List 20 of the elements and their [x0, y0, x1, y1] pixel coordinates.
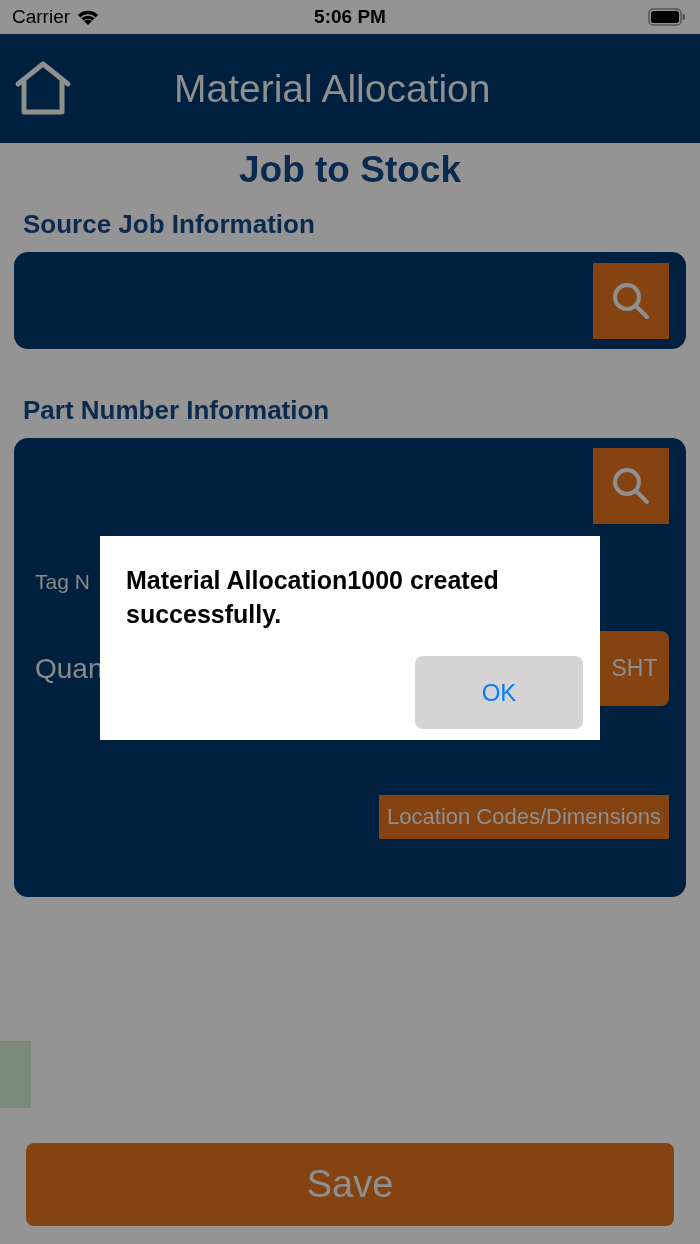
header-title: Material Allocation — [174, 66, 491, 111]
ok-button[interactable]: OK — [415, 656, 583, 729]
page-title: Job to Stock — [238, 149, 462, 192]
search-button[interactable] — [593, 262, 669, 339]
search-button[interactable] — [593, 448, 669, 524]
section-label: Part Number Information — [23, 395, 331, 427]
wifi-icon — [76, 8, 101, 26]
location-button[interactable]: Location Codes/Dimensions — [379, 795, 669, 839]
section-label: Source Job Information — [23, 209, 316, 241]
battery-icon — [648, 8, 686, 26]
home-icon — [14, 59, 72, 118]
home-button[interactable] — [14, 59, 72, 118]
clock-time: 5:06 PM — [314, 6, 386, 27]
unit-button[interactable]: SHT — [600, 631, 669, 706]
alert-message: Material Allocation1000 created successfully. — [126, 565, 500, 630]
carrier-label: Carrier — [12, 6, 71, 28]
search-icon — [611, 280, 651, 321]
search-icon — [611, 466, 651, 506]
save-button[interactable]: Save — [26, 1143, 674, 1226]
tag-label: Tag N — [35, 570, 91, 594]
